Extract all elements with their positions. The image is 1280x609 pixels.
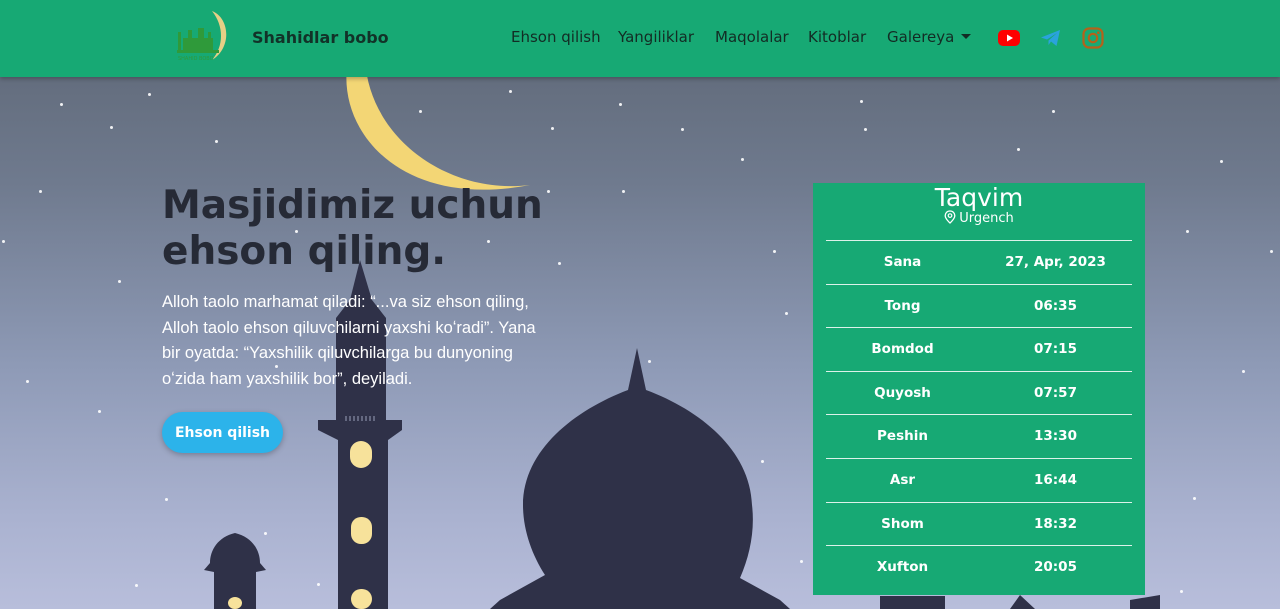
youtube-icon[interactable] — [997, 26, 1021, 50]
hero-description: Alloh taolo marhamat qiladi: “...va siz … — [162, 293, 536, 388]
row-value: 16:44 — [1034, 471, 1077, 488]
row-label: Xufton — [876, 559, 929, 576]
caret-down-icon — [961, 34, 972, 39]
nav-dropdown-galereya[interactable]: Galereya — [887, 28, 972, 46]
taqvim-title: Taqvim — [934, 183, 1024, 212]
row-label: Peshin — [877, 428, 928, 445]
row-value: 18:32 — [1034, 515, 1077, 532]
table-row: Peshin 13:30 — [826, 414, 1132, 458]
row-value: 06:35 — [1034, 297, 1077, 314]
table-row: Asr 16:44 — [826, 457, 1132, 502]
top-navbar: SHAHID BOBO Shahidlar bobo Ehson qilish … — [0, 0, 1280, 77]
telegram-icon[interactable] — [1039, 26, 1063, 50]
prayer-times-table: Sana 27, Apr, 2023 Tong 06:35 Bomdod 07:15 … — [826, 240, 1132, 589]
hero-title: Masjidimiz uchun ehson qiling. — [162, 183, 543, 274]
table-row: Bomdod 07:15 — [826, 327, 1132, 371]
prayer-times-card: Taqvim Urgench Sana 27, Apr, 2023 Tong 06:… — [813, 183, 1145, 595]
brand-logo-icon[interactable]: SHAHID BOBO — [172, 8, 230, 66]
row-label: Quyosh — [874, 384, 931, 401]
row-label: Asr — [889, 471, 916, 488]
location-name: Urgench — [959, 211, 1014, 226]
row-value: 27, Apr, 2023 — [1005, 254, 1106, 270]
nav-link-kitoblar[interactable]: Kitoblar — [808, 28, 866, 46]
row-label: Tong — [884, 297, 921, 314]
row-value: 13:30 — [1034, 428, 1077, 445]
table-row: Tong 06:35 — [826, 283, 1132, 328]
ehson-qilish-button[interactable]: Ehson qilish — [162, 412, 283, 453]
location: Urgench — [813, 210, 1145, 226]
row-label: Shom — [881, 515, 924, 532]
nav-link-maqolalar[interactable]: Maqolalar — [715, 28, 789, 46]
instagram-icon[interactable] — [1081, 26, 1105, 50]
nav-link-label: Galereya — [887, 28, 955, 46]
table-row: Quyosh 07:57 — [826, 370, 1132, 415]
nav-link-yangiliklar[interactable]: Yangiliklar — [618, 28, 694, 46]
table-row: Shom 18:32 — [826, 501, 1132, 546]
table-row: Sana 27, Apr, 2023 — [826, 240, 1132, 284]
brand-name[interactable]: Shahidlar bobo — [252, 28, 389, 47]
row-label: Bomdod — [871, 341, 934, 358]
table-row: Xufton 20:05 — [826, 545, 1132, 589]
row-label: Sana — [883, 254, 922, 270]
row-value: 20:05 — [1034, 559, 1077, 576]
logo-text: SHAHID BOBO — [178, 56, 214, 62]
nav-link-ehson-qilish[interactable]: Ehson qilish — [511, 28, 601, 46]
location-pin-icon — [944, 210, 956, 224]
row-value: 07:15 — [1034, 341, 1077, 358]
row-value: 07:57 — [1034, 384, 1077, 401]
